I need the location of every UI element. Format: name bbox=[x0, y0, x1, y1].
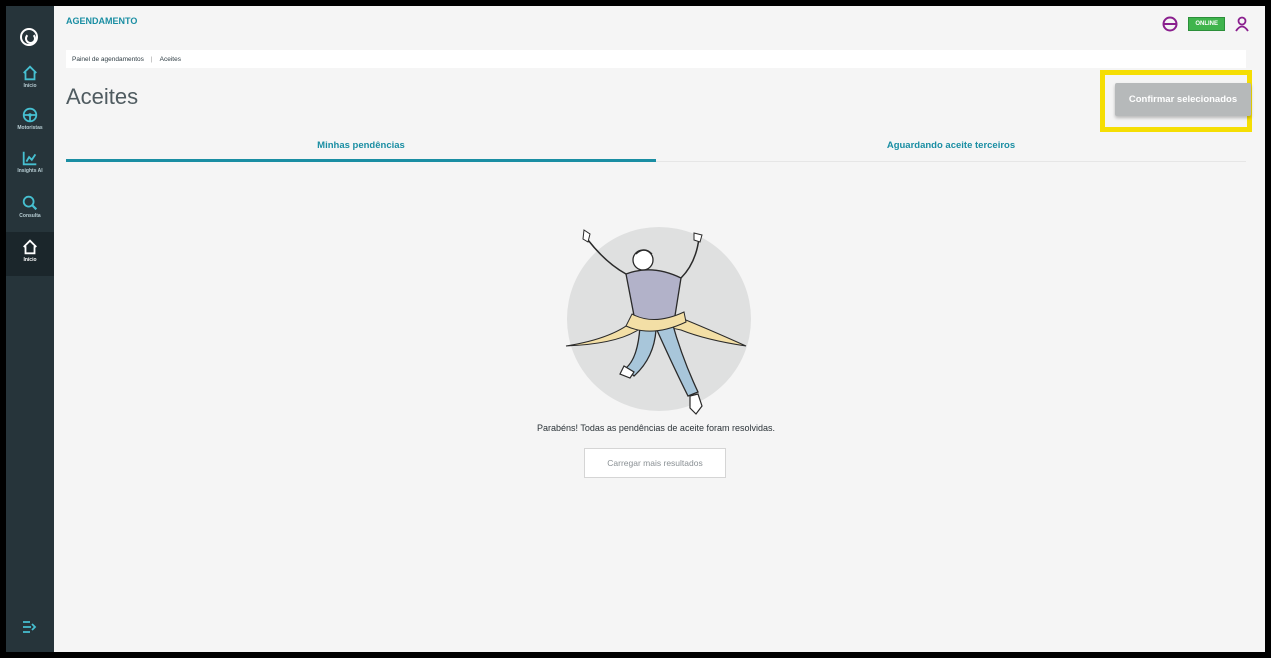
sidebar-item-label: Início bbox=[23, 257, 37, 263]
home-icon bbox=[23, 239, 37, 255]
sidebar-item-label: Motoristas bbox=[17, 125, 43, 131]
home-icon bbox=[23, 65, 37, 81]
no-entry-icon[interactable] bbox=[1162, 16, 1178, 32]
breadcrumb-current: Aceites bbox=[159, 55, 181, 63]
app-window: Início Motoristas Insights AI Consulta I… bbox=[6, 6, 1265, 652]
empty-state-message: Parabéns! Todas as pendências de aceite … bbox=[537, 423, 775, 433]
breadcrumb-separator: | bbox=[150, 55, 153, 63]
sidebar-item-motoristas[interactable]: Motoristas bbox=[6, 106, 54, 146]
tabs: Minhas pendências Aguardando aceite terc… bbox=[66, 134, 1246, 162]
sidebar-item-inicio[interactable]: Início bbox=[6, 64, 54, 104]
app-title: AGENDAMENTO bbox=[66, 16, 138, 26]
app-logo-icon bbox=[20, 28, 38, 46]
search-icon bbox=[22, 195, 38, 211]
tab-minhas-pendencias[interactable]: Minhas pendências bbox=[66, 134, 656, 162]
breadcrumb: Painel de agendamentos | Aceites bbox=[66, 50, 1246, 68]
sidebar: Início Motoristas Insights AI Consulta I… bbox=[6, 6, 54, 652]
sidebar-item-insights[interactable]: Insights AI bbox=[6, 149, 54, 189]
page-title: Aceites bbox=[66, 84, 139, 109]
online-status-badge: ONLINE bbox=[1188, 17, 1225, 31]
load-more-button[interactable]: Carregar mais resultados bbox=[584, 448, 726, 478]
breadcrumb-link-painel[interactable]: Painel de agendamentos bbox=[72, 56, 144, 63]
sidebar-item-inicio-active[interactable]: Início bbox=[6, 232, 54, 276]
logout-icon[interactable] bbox=[22, 620, 38, 634]
tab-aguardando-aceite-terceiros[interactable]: Aguardando aceite terceiros bbox=[656, 134, 1246, 162]
celebration-illustration bbox=[565, 227, 751, 415]
sidebar-item-label: Insights AI bbox=[17, 168, 43, 174]
steering-wheel-icon bbox=[22, 107, 38, 123]
sidebar-item-label: Consulta bbox=[19, 213, 41, 219]
top-bar: AGENDAMENTO ONLINE bbox=[54, 6, 1265, 50]
sidebar-item-label: Início bbox=[23, 83, 37, 89]
chart-icon bbox=[22, 151, 37, 166]
user-icon[interactable] bbox=[1235, 16, 1249, 32]
sidebar-item-consulta[interactable]: Consulta bbox=[6, 194, 54, 234]
status-area: ONLINE bbox=[1162, 14, 1249, 34]
confirm-selected-button[interactable]: Confirmar selecionados bbox=[1115, 83, 1251, 116]
